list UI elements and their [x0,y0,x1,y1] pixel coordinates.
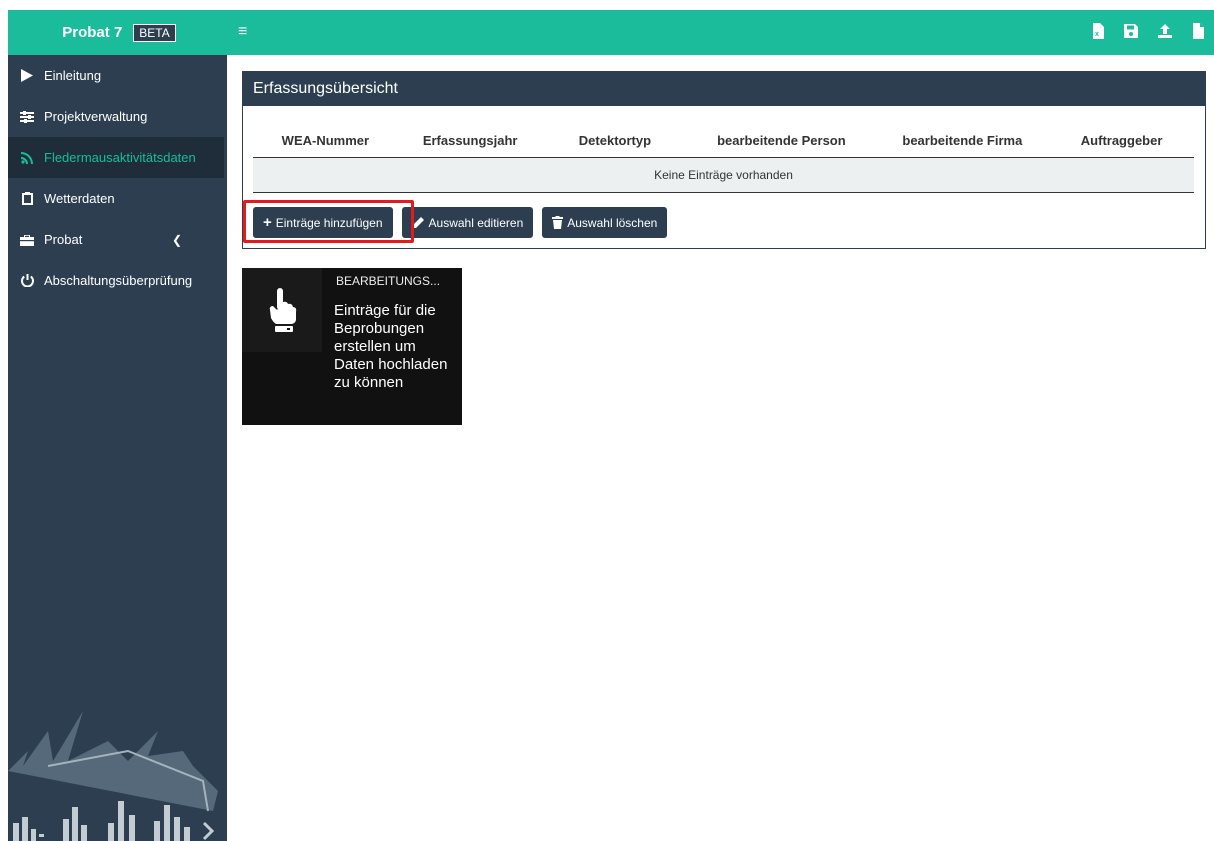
upload-icon[interactable] [1158,24,1172,38]
column-header[interactable]: Auftraggeber [1049,133,1194,148]
action-buttons: + Einträge hinzufügen Auswahl editieren … [253,207,668,238]
sliders-icon [19,110,35,124]
sidebar-item-label: Abschaltungsüberprüfung [44,273,193,288]
file-icon[interactable] [1192,23,1204,39]
power-icon [19,274,35,288]
rss-icon [19,151,35,165]
add-entries-button[interactable]: + Einträge hinzufügen [253,207,393,238]
column-header[interactable]: bearbeitende Firma [876,133,1050,148]
play-icon [19,69,35,83]
column-header[interactable]: WEA-Nummer [253,133,398,148]
empty-table-message: Keine Einträge vorhanden [253,158,1194,193]
beta-badge: BETA [133,23,176,42]
column-header[interactable]: bearbeitende Person [687,133,875,148]
save-icon[interactable] [1124,24,1138,38]
trash-icon [552,216,564,229]
toolbox-icon [19,233,35,247]
sidebar-item-probat[interactable]: Probat ❮ [8,219,227,260]
plus-icon: + [263,213,272,231]
processing-info-box: BEARBEITUNGS... Einträge für die Beprobu… [242,268,462,425]
svg-text:x: x [1095,31,1099,38]
info-box-text: Einträge für die Beprobungen erstellen u… [334,302,448,391]
export-excel-icon[interactable]: x [1092,23,1104,39]
table-header: WEA-Nummer Erfassungsjahr Detektortyp be… [253,124,1194,158]
top-header: Probat 7 BETA ≡ x [0,0,1214,57]
brand-name: Probat 7 [62,24,123,41]
sidebar-item-label: Probat [44,232,83,247]
clipboard-icon [19,192,35,206]
delete-selection-button[interactable]: Auswahl löschen [542,207,668,238]
hand-pointer-icon [269,288,297,332]
hamburger-icon[interactable]: ≡ [238,23,254,41]
sidebar-item-label: Projektverwaltung [44,109,148,124]
add-entries-label: Einträge hinzufügen [275,215,383,230]
panel-title: Erfassungsübersicht [243,72,1205,106]
bat-logo [8,711,218,841]
delete-selection-label: Auswahl löschen [567,215,658,230]
pencil-icon [412,217,424,228]
erfassung-table: WEA-Nummer Erfassungsjahr Detektortyp be… [253,124,1194,193]
info-box-title: BEARBEITUNGS... [336,274,441,288]
edit-selection-button[interactable]: Auswahl editieren [401,207,534,238]
sidebar-item-label: Fledermausaktivitätsdaten [44,150,196,165]
header-bar: Probat 7 BETA ≡ x [8,10,1214,55]
sidebar-item-einleitung[interactable]: Einleitung [8,55,227,96]
column-header[interactable]: Erfassungsjahr [398,133,543,148]
brand[interactable]: Probat 7 BETA [8,10,230,55]
column-header[interactable]: Detektortyp [543,133,688,148]
sidebar-item-wetterdaten[interactable]: Wetterdaten [8,178,227,219]
chevron-left-icon: ❮ [171,233,182,247]
sidebar-item-abschaltungsueberpruefung[interactable]: Abschaltungsüberprüfung [8,260,227,301]
sidebar-item-label: Einleitung [44,68,102,83]
erfassungsuebersicht-panel: Erfassungsübersicht WEA-Nummer Erfassung… [242,71,1206,249]
info-icon-area [242,268,322,352]
header-actions: x [1092,23,1204,39]
sidebar-item-label: Wetterdaten [44,191,115,206]
sidebar-item-fledermausaktivitaetsdaten[interactable]: Fledermausaktivitätsdaten [8,137,224,178]
edit-selection-label: Auswahl editieren [428,215,524,230]
sidebar: Einleitung Projektverwaltung Fledermausa… [8,55,227,841]
sidebar-item-projektverwaltung[interactable]: Projektverwaltung [8,96,227,137]
